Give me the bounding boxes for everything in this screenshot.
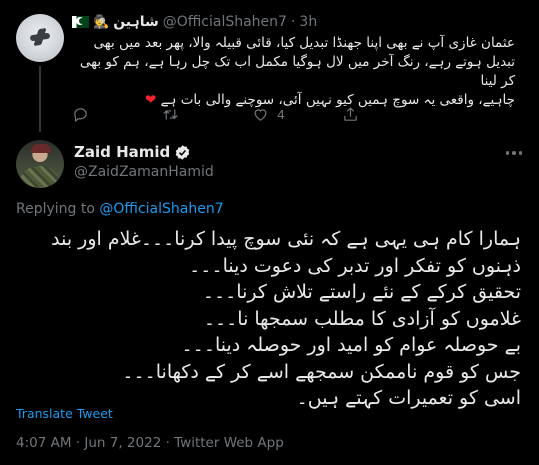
text-line: ذہنوں کو تفکر اور تدبر کی دعوت دینا۔۔۔ <box>189 254 521 277</box>
separator: · <box>290 14 296 30</box>
reply-button[interactable] <box>72 104 162 124</box>
like-count: 4 <box>277 106 285 122</box>
text-line: تبدیل ہوتے رہے، رنگ آخر میں لال ہوگیا مک… <box>79 54 515 89</box>
text-line: جس کو قوم ناممکن سمجھے اسے کر کے دکھانا۔… <box>122 360 521 383</box>
thread-connector <box>39 66 41 132</box>
retweet-button[interactable] <box>162 104 252 124</box>
avatar[interactable] <box>16 14 64 62</box>
text-line: غلاموں کو آزادی کا مطلب سمجھا نا۔۔۔ <box>203 307 521 330</box>
text-line: عثمان غازی آپ نے بھی اپنا جھنڈا تبدیل کی… <box>93 35 515 51</box>
like-button[interactable]: 4 <box>252 104 342 124</box>
retweet-icon <box>163 109 178 119</box>
tweet-timestamp[interactable]: 4:07 AM · Jun 7, 2022 · Twitter Web App <box>16 435 284 451</box>
replying-to-link[interactable]: @OfficialShahen7 <box>99 201 223 217</box>
author-handle[interactable]: @OfficialShahen7 <box>163 14 287 30</box>
author-name[interactable]: شاہین <box>113 14 159 30</box>
reply-icon <box>74 107 87 122</box>
text-line: ہمارا کام ہی یہی ہے کہ نئی سوچ پیدا کرنا… <box>51 228 521 250</box>
translate-tweet-link[interactable]: Translate Tweet <box>16 406 113 421</box>
verified-badge-icon <box>176 144 190 160</box>
avatar[interactable] <box>16 140 64 188</box>
tweet-time[interactable]: 3h <box>299 14 317 30</box>
more-icon[interactable] <box>503 144 525 162</box>
author-name-row[interactable]: Zaid Hamid <box>74 142 191 162</box>
like-icon <box>254 108 267 121</box>
replying-to: Replying to @OfficialShahen7 <box>16 201 224 217</box>
text-line: بے حوصلہ عوام کو امید اور حوصلہ دینا۔۔۔ <box>181 334 521 356</box>
text-line: تحقیق کرکے کے نئے راستے تلاش کرنا۔۔۔ <box>202 281 521 303</box>
share-icon <box>344 106 357 121</box>
spy-icon: 🕵 <box>93 14 110 30</box>
share-button[interactable] <box>342 104 432 124</box>
tweet-actions: 4 <box>72 104 432 124</box>
parent-tweet-text: عثمان غازی آپ نے بھی اپنا جھنڈا تبدیل کی… <box>72 34 515 110</box>
parent-tweet-header: 🕵 شاہین @OfficialShahen7 · 3h <box>72 12 317 32</box>
author-name[interactable]: Zaid Hamid <box>74 143 170 161</box>
pakistan-flag-icon <box>72 16 89 28</box>
author-handle[interactable]: @ZaidZamanHamid <box>74 164 214 180</box>
parent-tweet[interactable]: 🕵 شاہین @OfficialShahen7 · 3h عثمان غازی… <box>0 0 539 133</box>
tweet-text: ہمارا کام ہی یہی ہے کہ نئی سوچ پیدا کرنا… <box>16 226 521 412</box>
